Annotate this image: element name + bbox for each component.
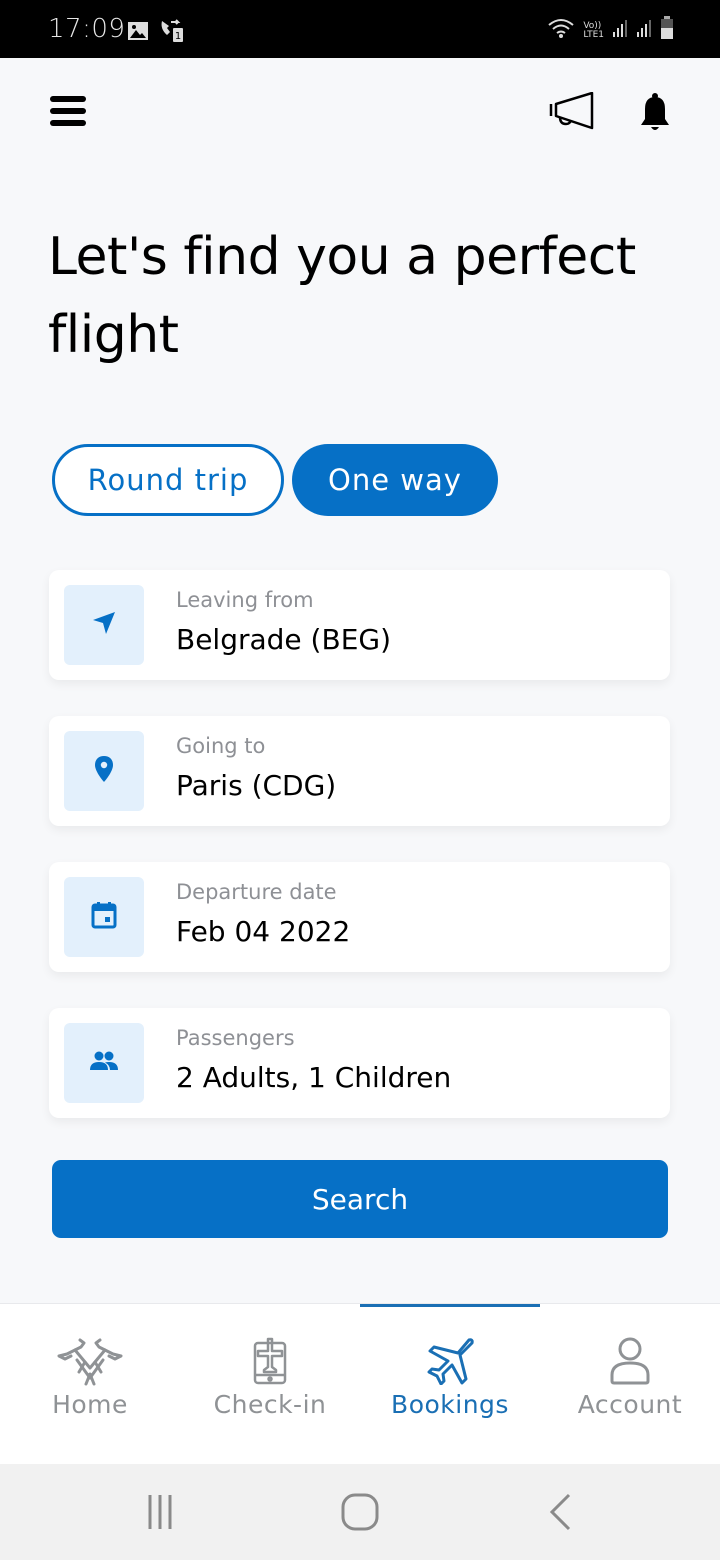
- user-icon: [595, 1336, 665, 1386]
- app-header: [0, 58, 720, 168]
- location-pin-icon: [93, 755, 115, 788]
- people-icon: [89, 1050, 119, 1077]
- nav-item-check-in[interactable]: Check-in: [180, 1304, 360, 1465]
- passengers-field[interactable]: Passengers 2 Adults, 1 Children: [49, 1008, 670, 1118]
- battery-icon: [660, 16, 674, 45]
- back-icon[interactable]: [545, 1492, 575, 1532]
- navigation-arrow-icon: [91, 610, 117, 641]
- airplane-icon: [415, 1336, 485, 1386]
- field-value: 2 Adults, 1 Children: [176, 1061, 452, 1094]
- volte-lte-icon: Vo)) LTE1: [583, 21, 604, 40]
- calendar-icon: [91, 901, 117, 934]
- field-value: Feb 04 2022: [176, 915, 351, 948]
- bottom-nav: Home Check-in Bookings Account: [0, 1303, 720, 1464]
- svg-text:1: 1: [175, 31, 181, 42]
- round-trip-toggle[interactable]: Round trip: [52, 444, 284, 516]
- nav-label: Home: [52, 1390, 128, 1419]
- bell-icon[interactable]: [638, 92, 672, 134]
- leaving-from-field[interactable]: Leaving from Belgrade (BEG): [49, 570, 670, 680]
- recents-icon[interactable]: [140, 1492, 180, 1532]
- mobile-boarding-icon: [235, 1336, 305, 1386]
- system-nav-bar: [0, 1464, 720, 1560]
- nav-item-home[interactable]: Home: [0, 1304, 180, 1465]
- nav-label: Account: [577, 1390, 683, 1419]
- search-button[interactable]: Search: [52, 1160, 668, 1238]
- nav-item-bookings[interactable]: Bookings: [360, 1304, 540, 1465]
- signal-icon: [636, 18, 652, 43]
- wifi-icon: [547, 17, 575, 44]
- departure-date-field[interactable]: Departure date Feb 04 2022: [49, 862, 670, 972]
- megaphone-icon[interactable]: [548, 91, 596, 132]
- nav-label: Check-in: [213, 1390, 327, 1419]
- field-label: Leaving from: [176, 588, 314, 612]
- field-icon-box: [64, 1023, 144, 1103]
- status-bar: 17:09 1 Vo)) LTE1: [0, 0, 720, 58]
- lte-label: LTE1: [583, 29, 604, 40]
- hamburger-menu-icon[interactable]: [50, 96, 86, 128]
- field-icon-box: [64, 585, 144, 665]
- page-title: Let's find you a perfect flight: [48, 227, 636, 365]
- field-value: Paris (CDG): [176, 769, 337, 802]
- field-icon-box: [64, 731, 144, 811]
- status-time: 17:09: [48, 14, 126, 44]
- field-icon-box: [64, 877, 144, 957]
- signal-icon: [612, 18, 628, 43]
- field-label: Going to: [176, 734, 266, 758]
- field-value: Belgrade (BEG): [176, 623, 392, 656]
- field-label: Passengers: [176, 1026, 295, 1050]
- gallery-icon: [127, 21, 149, 46]
- eagle-logo-icon: [55, 1336, 125, 1386]
- field-label: Departure date: [176, 880, 337, 904]
- call-forward-icon: 1: [159, 18, 185, 49]
- nav-label: Bookings: [391, 1390, 509, 1419]
- nav-item-account[interactable]: Account: [540, 1304, 720, 1465]
- home-icon[interactable]: [340, 1492, 380, 1532]
- one-way-toggle[interactable]: One way: [292, 444, 498, 516]
- going-to-field[interactable]: Going to Paris (CDG): [49, 716, 670, 826]
